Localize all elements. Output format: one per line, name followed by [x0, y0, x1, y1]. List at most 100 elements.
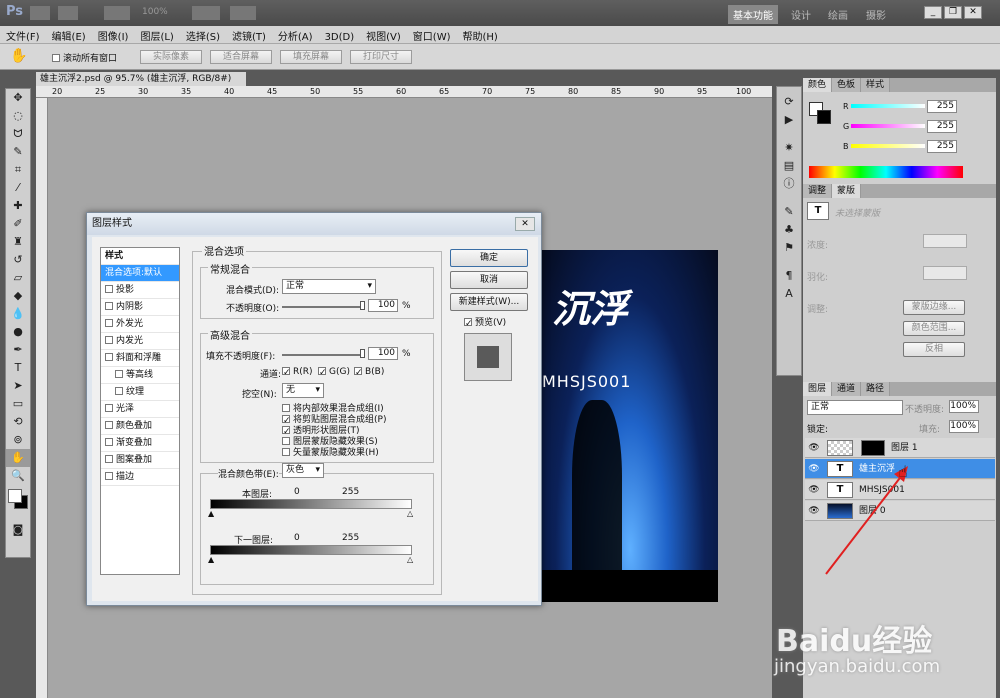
opacity-input[interactable]: 100 [368, 299, 398, 312]
style-color-overlay[interactable]: 颜色叠加 [101, 418, 179, 435]
eye-icon[interactable]: 👁 [807, 505, 821, 517]
workspace-painting[interactable]: 绘画 [828, 7, 848, 22]
fill-opacity-input[interactable]: 100 [368, 347, 398, 360]
checkbox-icon[interactable] [105, 353, 113, 361]
zoom-tool-icon[interactable]: 🔍 [6, 467, 30, 485]
history-panel-icon[interactable]: ⟳ [777, 93, 801, 111]
quick-mask-icon[interactable]: ◙ [6, 521, 30, 539]
tab-channels[interactable]: 通道 [832, 382, 861, 396]
bg-color-chip[interactable] [817, 110, 831, 124]
menu-help[interactable]: 帮助(H) [457, 26, 504, 45]
feather-input[interactable] [923, 266, 967, 280]
layer-opacity-value[interactable]: 100% [949, 400, 979, 413]
opacity-slider[interactable] [282, 306, 364, 308]
layer-blend-mode-select[interactable]: 正常 [807, 400, 903, 415]
restore-button[interactable]: ❐ [944, 6, 962, 19]
slider-handle[interactable] [360, 301, 365, 310]
fill-tool-icon[interactable]: ◆ [6, 287, 30, 305]
color-spectrum-bar[interactable] [809, 166, 963, 178]
tool-presets-icon[interactable]: ⚑ [777, 239, 801, 257]
style-satin[interactable]: 光泽 [101, 401, 179, 418]
style-pattern-overlay[interactable]: 图案叠加 [101, 452, 179, 469]
3d-rotate-tool-icon[interactable]: ⟲ [6, 413, 30, 431]
brush-tool-icon[interactable]: ✐ [6, 215, 30, 233]
ok-button[interactable]: 确定 [450, 249, 528, 267]
shape-tool-icon[interactable]: ▭ [6, 395, 30, 413]
3d-orbit-tool-icon[interactable]: ⊚ [6, 431, 30, 449]
document-tab[interactable]: 雄主沉浮2.psd @ 95.7% (雄主沉浮, RGB/8#) *× [36, 72, 246, 86]
foreground-color-swatch[interactable] [8, 489, 22, 503]
hand-tool-icon[interactable]: ✋ [6, 449, 30, 467]
workspace-photography[interactable]: 摄影 [866, 7, 886, 22]
check-icon[interactable]: ✓ [282, 367, 290, 375]
print-size-button[interactable]: 打印尺寸 [350, 50, 412, 64]
move-tool-icon[interactable]: ✥ [6, 89, 30, 107]
checkbox-icon[interactable] [105, 455, 113, 463]
color-swatches[interactable] [6, 485, 30, 521]
preview-checkbox[interactable]: ✓预览(V) [464, 315, 506, 328]
green-value[interactable]: 255 [927, 120, 957, 133]
checkbox-icon[interactable] [105, 438, 113, 446]
invert-button[interactable]: 反相 [903, 342, 965, 357]
actual-pixels-button[interactable]: 实际像素 [140, 50, 202, 64]
cancel-button[interactable]: 取消 [450, 271, 528, 289]
menu-image[interactable]: 图像(I) [92, 26, 135, 45]
navigator-panel-icon[interactable]: ✷ [777, 139, 801, 157]
styles-header[interactable]: 样式 [101, 248, 179, 265]
dialog-titlebar[interactable]: 图层样式 [87, 213, 541, 235]
check-vector-mask-hides[interactable]: 矢量蒙版隐藏效果(H) [282, 445, 379, 458]
check-icon[interactable]: ✓ [282, 426, 290, 434]
channel-b-checkbox[interactable]: ✓B(B) [354, 367, 384, 377]
tab-layers[interactable]: 图层 [803, 382, 832, 396]
eye-icon[interactable]: 👁 [807, 463, 821, 475]
checkbox-icon[interactable] [105, 319, 113, 327]
dodge-tool-icon[interactable]: ● [6, 323, 30, 341]
knockout-select[interactable]: 无▾ [282, 383, 324, 398]
slider-handle-icon[interactable]: ▲ [208, 509, 214, 518]
menu-3d[interactable]: 3D(D) [319, 30, 361, 45]
menu-edit[interactable]: 编辑(E) [46, 26, 92, 45]
layer-mask-thumbnail[interactable] [861, 440, 885, 456]
info-panel-icon[interactable]: ⓘ [777, 175, 801, 193]
blend-mode-select[interactable]: 正常▾ [282, 279, 376, 294]
this-layer-gradient[interactable] [210, 499, 412, 509]
style-gradient-overlay[interactable]: 渐变叠加 [101, 435, 179, 452]
marquee-tool-icon[interactable]: ◌ [6, 107, 30, 125]
minimize-button[interactable]: _ [924, 6, 942, 19]
style-outer-glow[interactable]: 外发光 [101, 316, 179, 333]
color-range-button[interactable]: 颜色范围... [903, 321, 965, 336]
dialog-close-button[interactable]: ✕ [515, 217, 535, 231]
hand-tool-icon[interactable]: ✋ [10, 48, 27, 64]
checkbox-icon[interactable] [282, 437, 290, 445]
paragraph-panel-icon[interactable]: ¶ [777, 267, 801, 285]
minibridge-icon[interactable] [58, 6, 78, 20]
tab-masks[interactable]: 蒙版 [832, 184, 861, 198]
workspace-essentials[interactable]: 基本功能 [728, 5, 778, 24]
healing-tool-icon[interactable]: ✚ [6, 197, 30, 215]
character-panel-icon[interactable]: A [777, 285, 801, 303]
checkbox-icon[interactable] [105, 302, 113, 310]
pen-tool-icon[interactable]: ✒ [6, 341, 30, 359]
checkbox-icon[interactable] [105, 472, 113, 480]
eraser-tool-icon[interactable]: ▱ [6, 269, 30, 287]
checkbox-icon[interactable] [115, 370, 123, 378]
checkbox-icon[interactable] [105, 404, 113, 412]
checkbox-icon[interactable] [282, 448, 290, 456]
layer-fill-value[interactable]: 100% [949, 420, 979, 433]
fit-screen-button[interactable]: 适合屏幕 [210, 50, 272, 64]
scroll-all-windows[interactable]: 滚动所有窗口 [52, 51, 117, 64]
histogram-panel-icon[interactable]: ▤ [777, 157, 801, 175]
lasso-tool-icon[interactable]: ᗢ [6, 125, 30, 143]
slider-handle-icon[interactable]: △ [407, 509, 413, 518]
bridge-icon[interactable] [30, 6, 50, 20]
zoom-level[interactable]: 100% [142, 7, 168, 17]
brush-presets-icon[interactable]: ✎ [777, 203, 801, 221]
checkbox-icon[interactable] [105, 336, 113, 344]
menu-layer[interactable]: 图层(L) [134, 26, 179, 45]
style-contour[interactable]: 等高线 [101, 367, 179, 384]
type-tool-icon[interactable]: T [6, 359, 30, 377]
tab-adjustments[interactable]: 调整 [803, 184, 832, 198]
crop-tool-icon[interactable]: ⌗ [6, 161, 30, 179]
eyedropper-tool-icon[interactable]: ⁄ [6, 179, 30, 197]
stamp-tool-icon[interactable]: ♜ [6, 233, 30, 251]
